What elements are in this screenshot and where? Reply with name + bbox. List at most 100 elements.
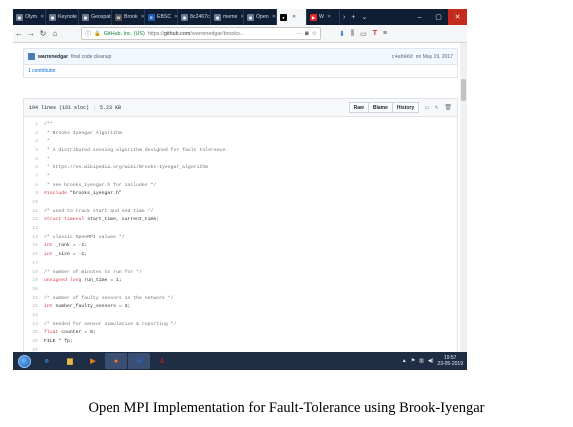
network-icon[interactable]: ▥ bbox=[419, 358, 424, 364]
browser-tab[interactable]: ● ✕ bbox=[277, 9, 307, 25]
code-text: * see brooks_iyengar.h for includes */ bbox=[44, 182, 157, 188]
line-number[interactable]: 14 bbox=[24, 235, 44, 240]
acrobat-icon[interactable]: ⅄ bbox=[151, 353, 173, 369]
line-number[interactable]: 26 bbox=[24, 339, 44, 344]
line-number[interactable]: 10 bbox=[24, 200, 44, 205]
new-tab-button[interactable]: + bbox=[348, 9, 358, 25]
info-icon[interactable]: ⓘ bbox=[85, 29, 91, 38]
line-number[interactable]: 25 bbox=[24, 330, 44, 335]
close-tab-icon[interactable]: ✕ bbox=[40, 14, 44, 20]
line-number[interactable]: 22 bbox=[24, 304, 44, 309]
word-icon[interactable]: W bbox=[128, 353, 150, 369]
contributors-label[interactable]: 1 contributor bbox=[28, 68, 56, 74]
close-tab-icon[interactable]: ✕ bbox=[272, 14, 276, 20]
ebsco-icon: E bbox=[148, 13, 155, 21]
site-identity[interactable]: GitHub, Inc. (US) bbox=[104, 31, 145, 37]
tab-label: meme bbox=[223, 14, 238, 20]
close-tab-icon[interactable]: ✕ bbox=[292, 14, 296, 20]
line-number[interactable]: 7 bbox=[24, 174, 44, 179]
desktop-icon[interactable]: ▭ bbox=[425, 104, 429, 111]
line-number[interactable]: 5 bbox=[24, 157, 44, 162]
browser-tab[interactable]: ◉meme✕ bbox=[211, 9, 244, 25]
code-rest: _size = -1; bbox=[52, 252, 88, 258]
home-button[interactable]: ⌂ bbox=[49, 27, 61, 41]
line-number[interactable]: 11 bbox=[24, 209, 44, 214]
library-icon[interactable]: ⫼ bbox=[351, 30, 354, 38]
start-button[interactable] bbox=[13, 352, 35, 370]
pencil-icon[interactable]: ✎ bbox=[435, 104, 439, 111]
flag-icon[interactable]: ⚑ bbox=[411, 358, 415, 364]
line-number[interactable]: 20 bbox=[24, 287, 44, 292]
line-number[interactable]: 1 bbox=[24, 122, 44, 127]
line-number[interactable]: 23 bbox=[24, 313, 44, 318]
blame-button[interactable]: Blame bbox=[367, 102, 393, 113]
close-window-button[interactable]: ✕ bbox=[448, 9, 467, 25]
page-actions-icon[interactable]: ··· bbox=[296, 31, 302, 37]
line-number[interactable]: 2 bbox=[24, 131, 44, 136]
code-text: #include "brooks_iyengar.h" bbox=[44, 191, 122, 196]
line-number[interactable]: 15 bbox=[24, 243, 44, 248]
code-line: 7 * bbox=[24, 172, 457, 181]
browser-screenshot: ◉Olym✕◉Keynote✕◉Geospatia✕WBrook✕EEBSC✕◉… bbox=[13, 9, 467, 370]
trash-icon[interactable]: 🗑 bbox=[444, 104, 452, 111]
line-number[interactable]: 9 bbox=[24, 191, 44, 196]
code-rest: start_time, current_time; bbox=[84, 217, 160, 223]
sidebar-icon[interactable]: ▭ bbox=[360, 30, 367, 38]
vertical-scrollbar[interactable] bbox=[460, 43, 467, 352]
address-bar[interactable]: ⓘ 🔒 GitHub, Inc. (US) https://github.com… bbox=[81, 27, 321, 40]
youtube-icon: ▶ bbox=[310, 13, 317, 21]
taskbar-apps: e ▆ ▶ ● W ⅄ bbox=[35, 353, 173, 369]
line-number[interactable]: 13 bbox=[24, 226, 44, 231]
line-number[interactable]: 19 bbox=[24, 278, 44, 283]
code-line: 24/* needed for sensor simulation & repo… bbox=[24, 320, 457, 329]
browser-tab[interactable]: ◉Geospatia✕ bbox=[79, 9, 112, 25]
browser-tab[interactable]: ◉ Open ✕ bbox=[244, 9, 277, 25]
line-number[interactable]: 6 bbox=[24, 165, 44, 170]
download-icon[interactable]: ⬇ bbox=[339, 30, 345, 38]
line-number[interactable]: 24 bbox=[24, 322, 44, 327]
volume-icon[interactable]: ◀) bbox=[428, 358, 434, 364]
maximize-button[interactable]: ▢ bbox=[429, 9, 448, 25]
tray-arrow-icon[interactable]: ▲ bbox=[402, 358, 407, 364]
ie-icon[interactable]: e bbox=[36, 353, 58, 369]
browser-tab[interactable]: ◉Keynote✕ bbox=[46, 9, 79, 25]
scrollbar-thumb[interactable] bbox=[461, 79, 466, 101]
line-number[interactable]: 4 bbox=[24, 148, 44, 153]
line-number[interactable]: 16 bbox=[24, 252, 44, 257]
line-number[interactable]: 17 bbox=[24, 261, 44, 266]
code-text: /* used to track start and end time */ bbox=[44, 208, 154, 214]
extension-t-icon[interactable]: T bbox=[373, 30, 377, 37]
browser-tab[interactable]: W Brook ✕ bbox=[112, 9, 145, 25]
line-number[interactable]: 8 bbox=[24, 183, 44, 188]
avatar[interactable] bbox=[28, 53, 35, 60]
line-number[interactable]: 3 bbox=[24, 139, 44, 144]
clock[interactable]: 19:57 23-05-2019 bbox=[437, 355, 463, 367]
minimize-button[interactable]: – bbox=[410, 9, 429, 25]
history-button[interactable]: History bbox=[391, 102, 420, 113]
close-tab-icon[interactable]: ✕ bbox=[327, 14, 331, 20]
contributors-link[interactable]: 1 contributor bbox=[23, 64, 458, 78]
browser-tab[interactable]: ◉8c2467c1✕ bbox=[178, 9, 211, 25]
explorer-icon[interactable]: ▆ bbox=[59, 353, 81, 369]
commit-message[interactable]: final code cleanup bbox=[71, 54, 111, 60]
bookmark-star-icon[interactable]: ☆ bbox=[312, 30, 317, 37]
menu-icon[interactable]: ≡ bbox=[383, 30, 387, 37]
tab-overflow-icon[interactable]: › bbox=[340, 9, 348, 25]
tab-list-icon[interactable]: ⌄ bbox=[358, 9, 370, 25]
back-button[interactable]: ← bbox=[13, 27, 25, 41]
commit-sha[interactable]: c4eb96d bbox=[392, 54, 413, 60]
raw-button[interactable]: Raw bbox=[348, 102, 369, 113]
media-icon[interactable]: ▶ bbox=[82, 353, 104, 369]
line-number[interactable]: 21 bbox=[24, 296, 44, 301]
github-icon: ● bbox=[280, 13, 287, 21]
reload-button[interactable]: ↻ bbox=[37, 27, 49, 41]
firefox-icon[interactable]: ● bbox=[105, 353, 127, 369]
line-number[interactable]: 18 bbox=[24, 270, 44, 275]
commit-author[interactable]: warrenedgar bbox=[38, 54, 68, 60]
pocket-icon[interactable]: ◙ bbox=[305, 31, 309, 37]
browser-tab[interactable]: E EBSC ✕ bbox=[145, 9, 178, 25]
browser-tab[interactable]: ◉ Olym ✕ bbox=[13, 9, 46, 25]
browser-tab[interactable]: ▶ W ✕ bbox=[307, 9, 340, 25]
forward-button[interactable]: → bbox=[25, 27, 37, 41]
line-number[interactable]: 12 bbox=[24, 217, 44, 222]
